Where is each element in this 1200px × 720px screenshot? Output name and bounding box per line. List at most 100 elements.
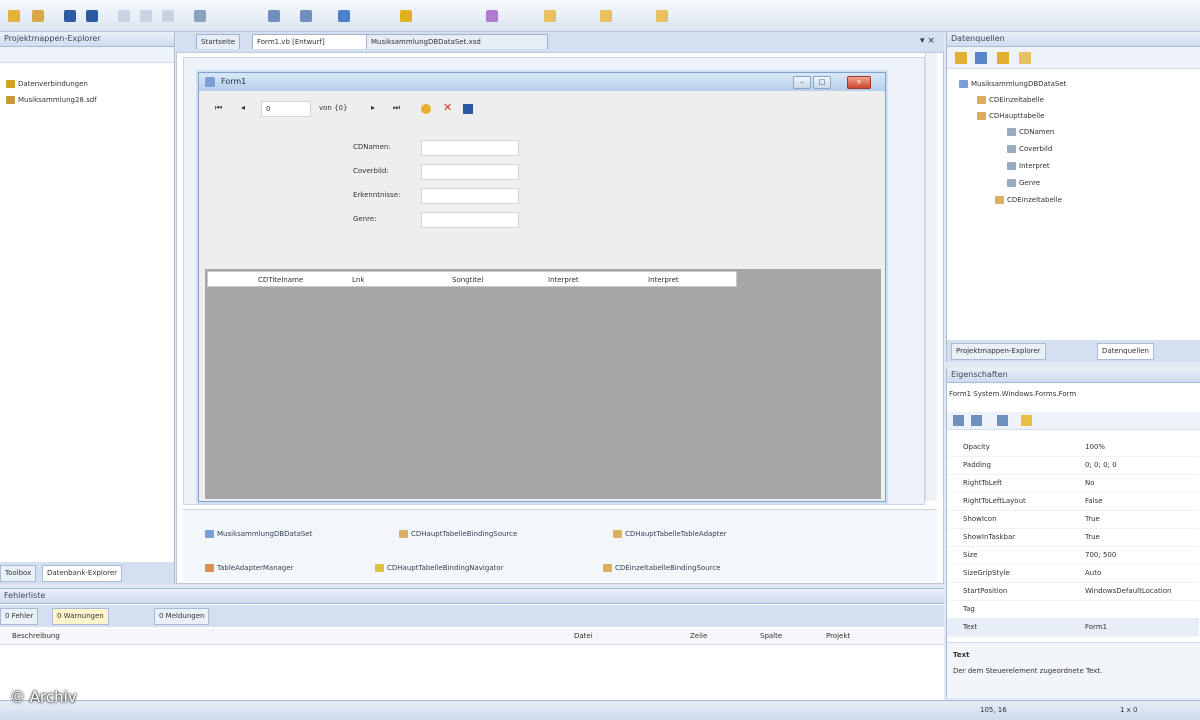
paste-icon[interactable] [162,10,174,22]
tree-cdeinzeltabelle-child[interactable]: CDEinzeltabelle [995,196,1062,204]
save-all-icon[interactable] [86,10,98,22]
prop-row-opacity[interactable]: Opacity 100% [947,438,1199,457]
prop-row-startposition[interactable]: StartPosition WindowsDefaultLocation [947,582,1199,601]
tab-form1-design[interactable]: Form1.vb [Entwurf] [252,34,372,49]
minimize-button[interactable]: – [793,76,811,89]
move-first-icon[interactable]: ⏮ [215,103,222,113]
prop-row-righttoleftlayout[interactable]: RightToLeftLayout False [947,492,1199,511]
tree-item-sdf-file[interactable]: Musiksammlung28.sdf [6,96,97,104]
tab-database-explorer[interactable]: Datenbank-Explorer [42,565,123,582]
tree-coverbild[interactable]: Coverbild [1007,145,1052,153]
prop-row-showintaskbar[interactable]: ShowInTaskbar True [947,528,1199,547]
col-project[interactable]: Projekt [826,632,850,640]
undo-icon[interactable] [268,10,280,22]
tree-interpret[interactable]: Interpret [1007,162,1050,170]
tray-tableadapter[interactable]: CDHauptTabelleTableAdapter [613,530,727,538]
col-file[interactable]: Datei [574,632,593,640]
delete-icon[interactable]: ✕ [443,101,452,114]
tray-bindingsource[interactable]: CDHauptTabelleBindingSource [399,530,517,538]
bindingsource-icon [603,564,612,572]
tab-solution-explorer[interactable]: Projektmappen-Explorer [951,343,1046,360]
table-icon [977,112,986,120]
tray-einzel-bindingsource[interactable]: CDEinzeltabelleBindingSource [603,564,720,572]
document-close-icon[interactable]: ▾ × [920,36,935,46]
tree-item-data-connections[interactable]: Datenverbindungen [6,80,88,88]
tree-cdnamen[interactable]: CDNamen [1007,128,1054,136]
tray-bindingnavigator[interactable]: CDHauptTabelleBindingNavigator [375,564,504,572]
prop-row-showicon[interactable]: ShowIcon True [947,510,1199,529]
save-icon[interactable] [64,10,76,22]
tab-dataset-xsd[interactable]: MusiksammlungDBDataSet.xsd [366,34,548,49]
save-data-icon[interactable] [463,104,473,114]
add-new-icon[interactable] [421,104,431,114]
archive-watermark: © Archiv [10,688,77,706]
prop-row-padding[interactable]: Padding 0; 0; 0; 0 [947,456,1199,475]
document-tabstrip: Startseite Form1.vb [Entwurf] Musiksamml… [176,32,944,52]
alphabetical-icon[interactable] [971,415,982,426]
tray-dataset[interactable]: MusiksammlungDBDataSet [205,530,312,538]
add-icon[interactable] [32,10,44,22]
move-next-icon[interactable]: ▸ [371,103,375,112]
toolbox-icon[interactable] [486,10,498,22]
form1-titlebar: Form1 – □ × [199,73,885,91]
label-cdnamen: CDNamen: [353,143,391,151]
database-icon [6,80,15,88]
start-icon[interactable] [338,10,350,22]
categorized-icon[interactable] [953,415,964,426]
col-line[interactable]: Zeile [690,632,707,640]
error-list-title: Fehlerliste [0,589,944,604]
tree-cdeinzeltabelle[interactable]: CDEinzeltabelle [977,96,1044,104]
events-icon[interactable] [1021,415,1032,426]
table-icon [995,196,1004,204]
tab-messages[interactable]: 0 Meldungen [154,608,210,625]
tab-toolbox[interactable]: Toolbox [0,565,37,582]
properties-icon[interactable] [544,10,556,22]
genre-textbox[interactable] [421,212,519,228]
coverbild-textbox[interactable] [421,164,519,180]
close-button[interactable]: × [847,76,871,89]
tree-genre[interactable]: Genre [1007,179,1040,187]
tab-errors[interactable]: 0 Fehler [0,608,39,625]
refresh-icon[interactable] [1019,52,1031,64]
prop-row-tag[interactable]: Tag [947,600,1199,619]
explorer-icon[interactable] [600,10,612,22]
form1-window[interactable]: Form1 – □ × ⏮ ◂ 0 von {0} ▸ ⏭ ✕ CDNamen:… [198,72,886,502]
prop-row-righttoleft[interactable]: RightToLeft No [947,474,1199,493]
tab-warnings[interactable]: 0 Warnungen [52,608,109,625]
binding-navigator: ⏮ ◂ 0 von {0} ▸ ⏭ ✕ [205,99,485,119]
configure-icon[interactable] [997,52,1009,64]
open-icon[interactable] [8,10,20,22]
move-last-icon[interactable]: ⏭ [393,103,400,113]
prop-row-text[interactable]: Text Form1 [947,618,1199,637]
datagridview[interactable]: CDTitelname Lnk Songtitel Interpret Inte… [205,269,881,499]
prop-row-sizegripstyle[interactable]: SizeGripStyle Auto [947,564,1199,583]
tree-dataset[interactable]: MusiksammlungDBDataSet [959,80,1066,88]
col-description[interactable]: Beschreibung [12,632,60,640]
add-datasource-icon[interactable] [955,52,967,64]
designer-vscroll[interactable] [925,53,937,501]
cut-icon[interactable] [118,10,130,22]
tree-cdhaupttabelle[interactable]: CDHaupttabelle [977,112,1044,120]
window-icon[interactable] [656,10,668,22]
copy-icon[interactable] [140,10,152,22]
find-icon[interactable] [194,10,206,22]
erkenntnisse-textbox[interactable] [421,188,519,204]
edit-dataset-icon[interactable] [975,52,987,64]
debug-icon[interactable] [400,10,412,22]
table-icon [977,96,986,104]
move-previous-icon[interactable]: ◂ [241,103,245,112]
properties-toolbar [947,412,1200,430]
position-input[interactable]: 0 [261,101,311,117]
tab-data-sources[interactable]: Datenquellen [1097,343,1154,360]
cdnamen-textbox[interactable] [421,140,519,156]
properties-object-selector[interactable]: Form1 System.Windows.Forms.Form [949,390,1197,398]
tray-tableadaptermanager[interactable]: TableAdapterManager [205,564,294,572]
redo-icon[interactable] [300,10,312,22]
maximize-button[interactable]: □ [813,76,831,89]
col-column[interactable]: Spalte [760,632,782,640]
description-title: Text [953,651,970,659]
prop-row-size[interactable]: Size 700; 500 [947,546,1199,565]
tab-startseite[interactable]: Startseite [196,34,241,49]
property-grid: Opacity 100% Padding 0; 0; 0; 0 RightToLef… [947,438,1200,638]
properties-view-icon[interactable] [997,415,1008,426]
